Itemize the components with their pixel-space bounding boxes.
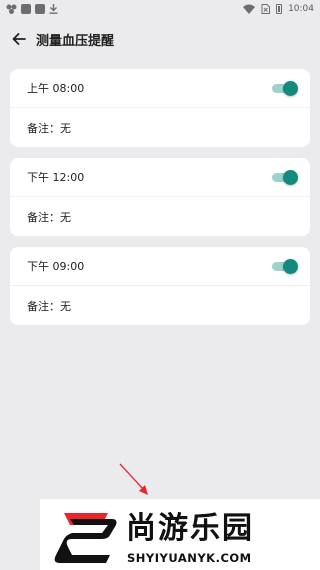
status-time: 10:04 <box>288 4 314 14</box>
screen: 10:04 测量血压提醒 上午 08:00 备注：无 下午 12:00 备注：无… <box>0 0 320 570</box>
toggle-thumb <box>283 170 298 185</box>
reminder-card[interactable]: 下午 09:00 备注：无 <box>10 247 310 325</box>
page-title: 测量血压提醒 <box>36 33 115 49</box>
reminder-note: 备注：无 <box>27 299 71 313</box>
status-bar: 10:04 <box>0 0 320 18</box>
battery-icon <box>276 4 283 14</box>
reminder-card[interactable]: 上午 08:00 备注：无 <box>10 69 310 147</box>
app-bar: 测量血压提醒 <box>0 24 320 54</box>
brand-name-cn: 尚游乐园 <box>126 511 254 546</box>
reminder-time-row: 上午 08:00 <box>10 69 310 108</box>
reminder-note-row: 备注：无 <box>10 286 310 325</box>
brand-logo-icon <box>54 513 117 563</box>
reminder-note-row: 备注：无 <box>10 108 310 147</box>
watermark-banner: 尚游乐园 SHYIYUANYK.COM <box>40 499 320 570</box>
reminder-time: 上午 08:00 <box>27 82 85 95</box>
status-right: 10:04 <box>243 4 314 14</box>
reminder-time-row: 下午 12:00 <box>10 158 310 197</box>
download-icon <box>49 4 58 14</box>
red-arrow-icon <box>119 463 148 495</box>
reminder-time: 下午 12:00 <box>27 171 85 184</box>
wifi-icon <box>243 4 256 14</box>
toggle-thumb <box>283 81 298 96</box>
notification-dots-icon <box>6 4 17 14</box>
reminder-note: 备注：无 <box>27 210 71 224</box>
app-square-icon <box>35 4 45 14</box>
reminder-time-row: 下午 09:00 <box>10 247 310 286</box>
reminder-toggle[interactable] <box>272 259 298 274</box>
reminder-card[interactable]: 下午 12:00 备注：无 <box>10 158 310 236</box>
status-left <box>6 4 58 14</box>
toggle-thumb <box>283 259 298 274</box>
reminder-toggle[interactable] <box>272 81 298 96</box>
no-sim-icon <box>261 4 271 14</box>
reminder-note: 备注：无 <box>27 121 71 135</box>
reminder-time: 下午 09:00 <box>27 260 85 273</box>
brand-name-en: SHYIYUANYK.COM <box>127 551 252 565</box>
app-square-icon <box>21 4 31 14</box>
arrow-left-icon[interactable] <box>10 30 28 48</box>
reminder-toggle[interactable] <box>272 170 298 185</box>
reminder-note-row: 备注：无 <box>10 197 310 236</box>
